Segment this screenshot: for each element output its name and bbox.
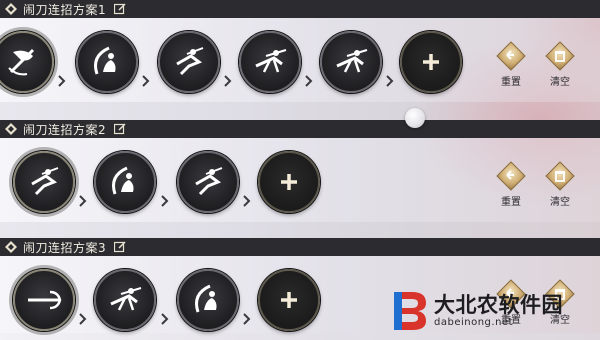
clear-button[interactable]: 清空 <box>540 161 580 208</box>
chevron-right-icon <box>78 194 88 208</box>
scheme-title: 闹刀连招方案2 <box>23 122 107 137</box>
reset-label: 重置 <box>501 197 521 208</box>
diamond-icon <box>5 123 17 135</box>
leaping-strike-skill-icon[interactable] <box>158 31 220 93</box>
clear-label: 清空 <box>550 197 570 208</box>
scheme-header: 闹刀连招方案2 <box>0 120 600 138</box>
leaping-strike-skill-icon[interactable] <box>13 151 75 213</box>
diamond-icon <box>5 3 17 15</box>
crescent-slash-skill-icon[interactable] <box>177 269 239 331</box>
reset-label: 重置 <box>501 77 521 88</box>
chevron-right-icon <box>78 312 88 326</box>
edit-icon[interactable] <box>114 123 126 135</box>
clear-button[interactable]: 清空 <box>540 41 580 88</box>
diamond-icon <box>5 241 17 253</box>
scheme-header: 闹刀连招方案1 <box>0 0 600 18</box>
dash-attack-skill-icon[interactable] <box>320 31 382 93</box>
chevron-right-icon <box>223 74 233 88</box>
undo-icon <box>496 161 526 191</box>
chevron-right-icon <box>57 74 67 88</box>
plus-icon <box>423 54 439 70</box>
reset-button[interactable]: 重置 <box>491 41 531 88</box>
watermark-subtitle: dabeinong.net <box>434 316 513 328</box>
chevron-right-icon <box>385 74 395 88</box>
scheme-title: 闹刀连招方案3 <box>23 240 107 255</box>
chevron-right-icon <box>242 194 252 208</box>
skill-row: 重置 清空 <box>0 138 600 222</box>
undo-icon <box>496 41 526 71</box>
clear-label: 清空 <box>550 77 570 88</box>
plus-icon <box>281 174 297 190</box>
chevron-right-icon <box>160 312 170 326</box>
scheme-header: 闹刀连招方案3 <box>0 238 600 256</box>
edit-icon[interactable] <box>114 3 126 15</box>
scrollbar-thumb[interactable] <box>405 108 425 128</box>
watermark-title: 大北农软件园 <box>434 292 563 317</box>
watermark: 大北农软件园 dabeinong.net <box>392 288 600 333</box>
skill-row: 重置 清空 <box>0 18 600 102</box>
leaping-strike-skill-icon[interactable] <box>177 151 239 213</box>
watermark-logo-icon <box>394 291 426 330</box>
chevron-right-icon <box>242 312 252 326</box>
trash-icon <box>545 41 575 71</box>
sword-spin-skill-icon[interactable] <box>0 31 54 93</box>
chevron-right-icon <box>141 74 151 88</box>
chevron-right-icon <box>160 194 170 208</box>
dash-attack-skill-icon[interactable] <box>94 269 156 331</box>
reset-button[interactable]: 重置 <box>491 161 531 208</box>
add-skill-button[interactable] <box>400 31 462 93</box>
dash-attack-skill-icon[interactable] <box>239 31 301 93</box>
plus-icon <box>281 292 297 308</box>
chevron-right-icon <box>304 74 314 88</box>
trash-icon <box>545 161 575 191</box>
edit-icon[interactable] <box>114 241 126 253</box>
add-skill-button[interactable] <box>258 151 320 213</box>
scheme-title: 闹刀连招方案1 <box>23 2 107 17</box>
trident-skill-icon[interactable] <box>13 269 75 331</box>
crescent-slash-skill-icon[interactable] <box>76 31 138 93</box>
crescent-slash-skill-icon[interactable] <box>94 151 156 213</box>
add-skill-button[interactable] <box>258 269 320 331</box>
